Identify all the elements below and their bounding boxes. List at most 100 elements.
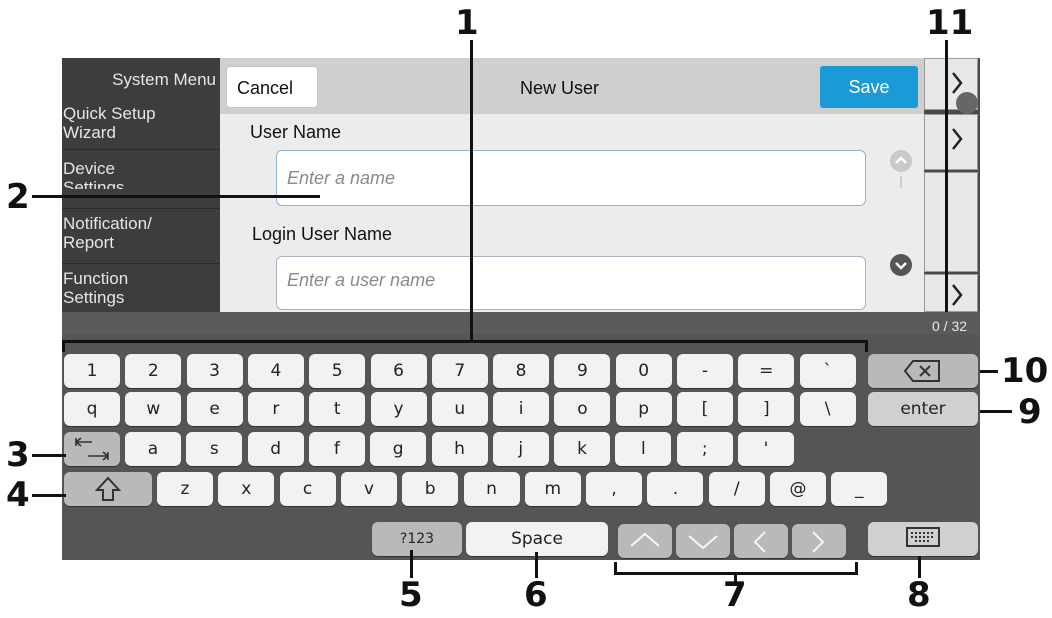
key-row2-9[interactable]: p — [615, 392, 672, 426]
callout-5: 5 — [399, 575, 423, 615]
key-row2-6[interactable]: u — [431, 392, 488, 426]
key-10[interactable]: - — [677, 354, 733, 388]
right-arrow-icon — [812, 531, 825, 553]
callout-4-line — [32, 494, 66, 497]
sidebar-item-device-settings[interactable]: Device Settings — [62, 151, 220, 209]
tab-key[interactable] — [64, 432, 120, 466]
callout-8-line — [918, 556, 921, 578]
key-row4-1[interactable]: x — [218, 472, 275, 506]
callout-8: 8 — [907, 575, 931, 615]
key-8[interactable]: 9 — [554, 354, 611, 388]
callout-11: 11 — [926, 3, 974, 43]
shift-icon — [94, 476, 122, 501]
key-row4-4[interactable]: b — [402, 472, 459, 506]
key-row2-1[interactable]: w — [125, 392, 182, 426]
callout-3-line — [32, 454, 66, 457]
sidebar-item-quick-setup[interactable]: Quick Setup Wizard — [62, 98, 220, 150]
left-arrow-icon — [753, 531, 766, 553]
key-row3-7[interactable]: k — [554, 432, 611, 466]
enter-key[interactable]: enter — [868, 392, 978, 426]
key-3[interactable]: 4 — [247, 354, 304, 388]
cancel-button[interactable]: Cancel — [226, 66, 318, 108]
key-1[interactable]: 2 — [125, 354, 182, 388]
key-row4-2[interactable]: c — [279, 472, 336, 506]
callout-1-bracket-right — [865, 340, 868, 352]
key-row2-5[interactable]: y — [370, 392, 427, 426]
key-row3-5[interactable]: h — [431, 432, 488, 466]
key-row4-6[interactable]: m — [524, 472, 581, 506]
key-row4-7[interactable]: , — [586, 472, 643, 506]
key-row3-4[interactable]: g — [370, 432, 427, 466]
user-name-input[interactable]: Enter a name — [276, 150, 866, 206]
background-tab — [924, 274, 978, 312]
callout-7-line — [734, 572, 737, 582]
key-2[interactable]: 3 — [186, 354, 243, 388]
key-row2-4[interactable]: t — [309, 392, 366, 426]
login-user-name-input[interactable]: Enter a user name — [276, 256, 866, 310]
user-name-label: User Name — [250, 122, 342, 142]
key-row4-10[interactable]: @ — [770, 472, 826, 506]
sidebar-item-label: Wizard — [63, 123, 116, 142]
key-row4-0[interactable]: z — [157, 472, 213, 506]
key-row2-7[interactable]: i — [493, 392, 550, 426]
callout-2: 2 — [6, 177, 30, 217]
key-row4-8[interactable]: . — [647, 472, 704, 506]
cursor-up-key[interactable] — [618, 524, 672, 558]
space-key[interactable]: Space — [466, 522, 608, 556]
key-row3-1[interactable]: s — [186, 432, 243, 466]
key-row3-6[interactable]: j — [492, 432, 549, 466]
callout-1-bracket — [62, 340, 868, 343]
key-row3-2[interactable]: d — [247, 432, 304, 466]
key-row3-3[interactable]: f — [308, 432, 365, 466]
sidebar-item-label: Quick Setup — [63, 104, 156, 123]
key-6[interactable]: 7 — [431, 354, 488, 388]
key-row2-0[interactable]: q — [64, 392, 120, 426]
scroll-up-icon[interactable] — [890, 150, 912, 172]
scrollbar-track — [900, 176, 902, 188]
cursor-down-key[interactable] — [676, 524, 730, 558]
cursor-left-key[interactable] — [734, 524, 788, 558]
key-row2-10[interactable]: [ — [677, 392, 733, 426]
sidebar-item-label: Settings — [63, 178, 125, 189]
backspace-key[interactable] — [868, 354, 978, 388]
callout-9: 9 — [1018, 392, 1042, 432]
key-row2-2[interactable]: e — [186, 392, 243, 426]
key-row3-8[interactable]: l — [615, 432, 672, 466]
scroll-down-icon[interactable] — [890, 254, 912, 276]
key-0[interactable]: 1 — [64, 354, 120, 388]
save-button[interactable]: Save — [820, 66, 918, 108]
key-row3-9[interactable]: ; — [676, 432, 733, 466]
key-row4-3[interactable]: v — [340, 472, 397, 506]
keyboard-icon — [906, 527, 940, 547]
cursor-right-key[interactable] — [792, 524, 846, 558]
shift-key[interactable] — [64, 472, 152, 506]
background-tab — [924, 172, 978, 272]
sidebar-item-notification-report[interactable]: Notification/ Report — [62, 210, 220, 264]
key-row2-3[interactable]: r — [247, 392, 304, 426]
key-row3-0[interactable]: a — [125, 432, 181, 466]
callout-7-bracket-right — [855, 562, 858, 574]
down-arrow-icon — [688, 535, 718, 550]
sidebar-item-function-settings[interactable]: Function Settings — [62, 265, 220, 312]
key-row2-12[interactable]: \ — [799, 392, 856, 426]
callout-10-line — [980, 370, 998, 373]
system-menu-sidebar: System Menu Quick Setup Wizard Device Se… — [62, 58, 220, 312]
login-user-name-label: Login User Name — [252, 224, 393, 244]
symbols-key[interactable]: ?123 — [372, 522, 462, 556]
tab-icon — [75, 437, 109, 461]
key-row3-10[interactable]: ' — [738, 432, 794, 466]
background-scroll-up-icon — [956, 92, 978, 114]
key-9[interactable]: 0 — [615, 354, 672, 388]
hide-keyboard-key[interactable] — [868, 522, 978, 556]
key-row4-11[interactable]: _ — [831, 472, 888, 506]
key-11[interactable]: = — [738, 354, 795, 388]
key-12[interactable]: ` — [799, 354, 856, 388]
callout-7: 7 — [723, 575, 747, 615]
key-4[interactable]: 5 — [309, 354, 366, 388]
key-row2-11[interactable]: ] — [738, 392, 795, 426]
key-row2-8[interactable]: o — [554, 392, 611, 426]
key-row4-5[interactable]: n — [463, 472, 520, 506]
key-7[interactable]: 8 — [493, 354, 550, 388]
key-5[interactable]: 6 — [370, 354, 427, 388]
key-row4-9[interactable]: / — [708, 472, 765, 506]
